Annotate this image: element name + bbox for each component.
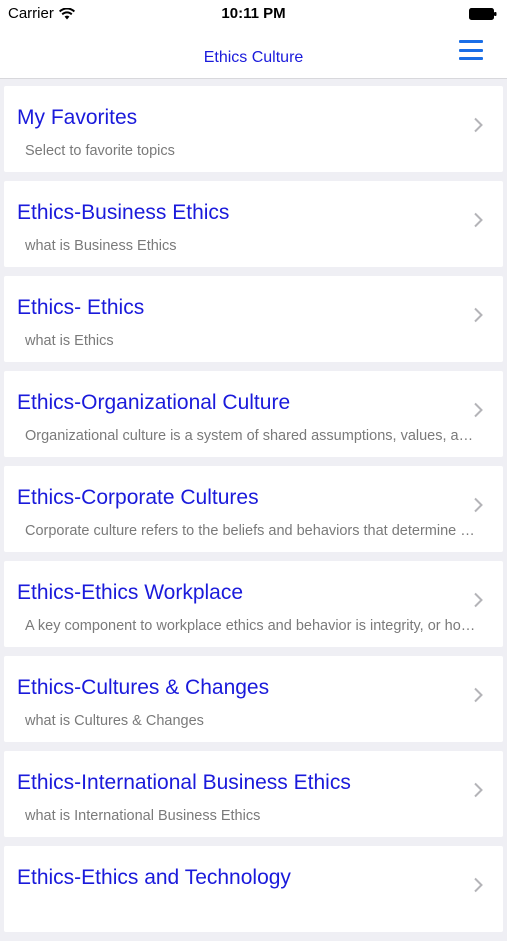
chevron-right-icon: [474, 782, 483, 798]
hamburger-line: [459, 57, 483, 60]
topic-title: Ethics-Cultures & Changes: [17, 676, 270, 699]
page-title: Ethics Culture: [203, 49, 304, 66]
hamburger-line: [459, 48, 483, 52]
topic-title: Ethics-Business Ethics: [17, 201, 230, 224]
topic-subtitle: A key component to workplace ethics and …: [25, 618, 480, 634]
chevron-right-icon: [474, 212, 483, 228]
topic-title: Ethics- Ethics: [17, 296, 145, 319]
status-time: 10:11 PM: [221, 5, 286, 22]
navigation-bar: Ethics Culture: [0, 30, 507, 79]
topic-subtitle: what is International Business Ethics: [25, 808, 261, 824]
chevron-right-icon: [474, 877, 483, 893]
chevron-right-icon: [474, 117, 483, 133]
topic-card[interactable]: Ethics-Ethics Workplace A key component t…: [4, 561, 503, 647]
topic-card[interactable]: Ethics-Corporate Cultures Corporate cultu…: [4, 466, 503, 552]
topic-title: My Favorites: [17, 106, 138, 129]
topic-card[interactable]: Ethics-International Business Ethics what…: [4, 751, 503, 837]
status-bar: Carrier 10:11 PM: [0, 0, 507, 30]
topic-title: Ethics-International Business Ethics: [17, 771, 351, 794]
topic-card[interactable]: Ethics-Organizational Culture Organizatio…: [4, 371, 503, 457]
topic-title: Ethics-Ethics Workplace: [17, 581, 244, 604]
topic-card[interactable]: Ethics-Business Ethics what is Business E…: [4, 181, 503, 267]
topic-subtitle: Organizational culture is a system of sh…: [25, 428, 480, 444]
topic-subtitle: what is Cultures & Changes: [25, 713, 204, 729]
chevron-right-icon: [474, 402, 483, 418]
topic-card[interactable]: Ethics-Cultures & Changes what is Culture…: [4, 656, 503, 742]
topic-card[interactable]: My Favorites Select to favorite topics: [4, 86, 503, 172]
topic-title: Ethics-Ethics and Technology: [17, 866, 291, 889]
topic-subtitle: what is Ethics: [25, 333, 114, 349]
chevron-right-icon: [474, 307, 483, 323]
topic-subtitle: what is Business Ethics: [25, 238, 177, 254]
topic-subtitle: Corporate culture refers to the beliefs …: [25, 523, 480, 539]
hamburger-menu-icon: [459, 40, 483, 43]
topic-title: Ethics-Corporate Cultures: [17, 486, 259, 509]
topic-card[interactable]: Ethics- Ethics what is Ethics: [4, 276, 503, 362]
topic-title: Ethics-Organizational Culture: [17, 391, 291, 414]
chevron-right-icon: [474, 592, 483, 608]
menu-button[interactable]: [459, 36, 485, 60]
chevron-right-icon: [474, 497, 483, 513]
topic-list: My Favorites Select to favorite topics Eth…: [0, 86, 507, 941]
topic-card[interactable]: Ethics-Ethics and Technology: [4, 846, 503, 932]
topic-subtitle: Select to favorite topics: [25, 143, 175, 159]
chevron-right-icon: [474, 687, 483, 703]
battery-icon: [469, 8, 497, 20]
